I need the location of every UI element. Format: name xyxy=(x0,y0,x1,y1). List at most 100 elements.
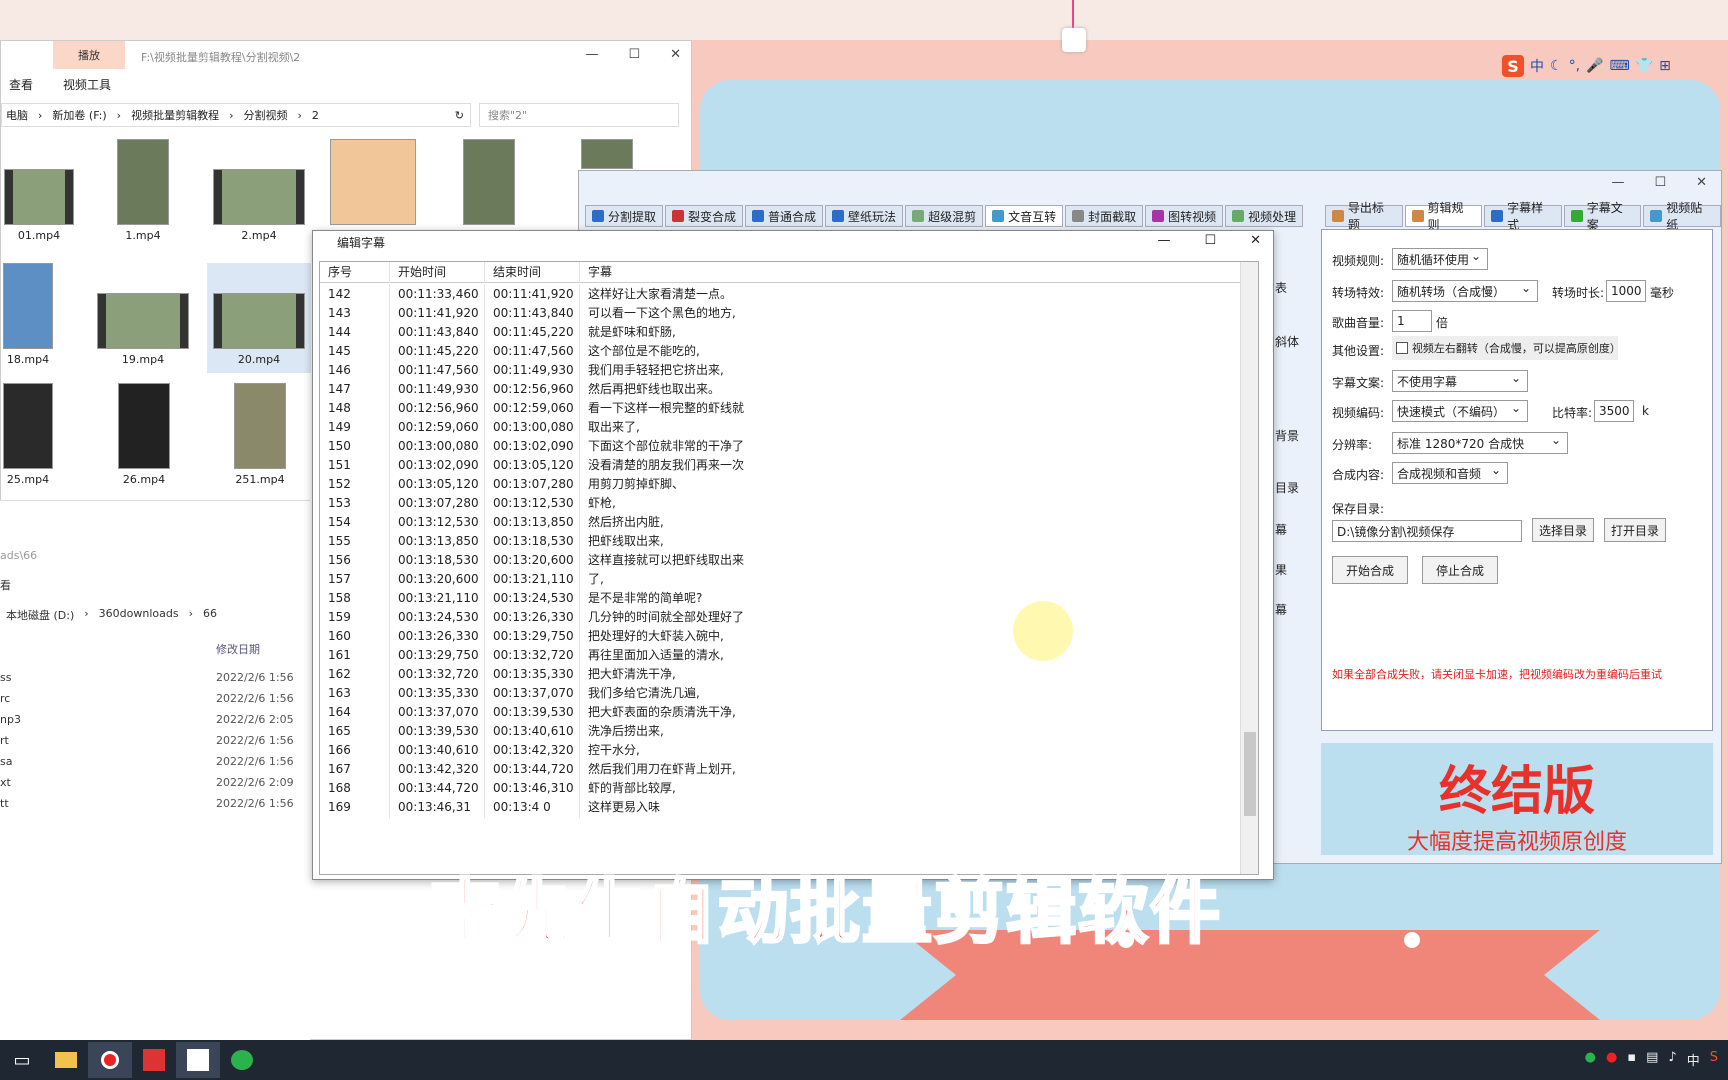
row-end-time[interactable]: 00:11:49,930 xyxy=(485,360,580,381)
ribbon-tab-video-tools[interactable]: 视频工具 xyxy=(63,76,111,93)
table-row[interactable]: 160 00:13:26,330 00:13:29,750 把处理好的大虾装入碗中, xyxy=(320,626,1240,647)
wechat-taskbar-icon[interactable] xyxy=(220,1042,264,1078)
tab-super-mix[interactable]: 超级混剪 xyxy=(905,205,984,227)
tab-fission[interactable]: 裂变合成 xyxy=(665,205,744,227)
row-start-time[interactable]: 00:11:43,840 xyxy=(390,322,485,343)
ribbon-tab-view[interactable]: 看 xyxy=(0,577,11,593)
row-start-time[interactable]: 00:13:26,330 xyxy=(390,626,485,647)
subtitle-text-select[interactable]: 不使用字幕 xyxy=(1392,370,1528,392)
stop-merge-button[interactable]: 停止合成 xyxy=(1422,556,1498,584)
tab-cover[interactable]: 封面截取 xyxy=(1065,205,1144,227)
refresh-icon[interactable]: ↻ xyxy=(455,109,470,122)
row-subtitle[interactable]: 虾的背部比较厚, xyxy=(580,778,1240,799)
table-row[interactable]: 143 00:11:41,920 00:11:43,840 可以看一下这个黑色的地方, xyxy=(320,303,1240,324)
maximize-icon[interactable]: ☐ xyxy=(628,47,640,62)
row-index[interactable]: 155 xyxy=(320,531,390,552)
row-end-time[interactable]: 00:13:02,090 xyxy=(485,436,580,457)
row-subtitle[interactable]: 把大虾表面的杂质清洗干净, xyxy=(580,702,1240,723)
row-subtitle[interactable]: 然后挤出内脏, xyxy=(580,512,1240,533)
row-index[interactable]: 151 xyxy=(320,455,390,476)
breadcrumb-item[interactable]: 66 xyxy=(203,607,217,623)
row-subtitle[interactable]: 把虾线取出来, xyxy=(580,531,1240,552)
ribbon-tab-play[interactable]: 播放 xyxy=(53,41,125,69)
row-index[interactable]: 168 xyxy=(320,778,390,799)
row-index[interactable]: 161 xyxy=(320,645,390,666)
file-thumbnail[interactable]: 18.mp4 xyxy=(1,263,55,366)
breadcrumb-item[interactable]: 新加卷 (F:) xyxy=(52,107,106,123)
ribbon-tab-view[interactable]: 查看 xyxy=(9,76,33,93)
recorder-taskbar-icon[interactable] xyxy=(88,1042,132,1078)
file-thumbnail[interactable]: 26.mp4 xyxy=(111,383,177,486)
row-start-time[interactable]: 00:13:40,610 xyxy=(390,740,485,761)
breadcrumb-item[interactable]: 电脑 xyxy=(6,107,28,123)
table-row[interactable]: 161 00:13:29,750 00:13:32,720 再往里面加入适量的清水, xyxy=(320,645,1240,666)
table-row[interactable]: 156 00:13:18,530 00:13:20,600 这样直接就可以把虾线取出来 xyxy=(320,550,1240,571)
file-thumbnail[interactable]: 1.mp4 xyxy=(101,139,185,242)
row-start-time[interactable]: 00:13:05,120 xyxy=(390,474,485,495)
breadcrumb-item[interactable]: 360downloads xyxy=(99,607,179,623)
row-start-time[interactable]: 00:11:33,460 xyxy=(390,284,485,305)
flip-checkbox[interactable] xyxy=(1396,342,1408,354)
table-row[interactable]: 169 00:13:46,31 00:13:4 0 这样更易入味 xyxy=(320,797,1240,818)
row-start-time[interactable]: 00:13:21,110 xyxy=(390,588,485,609)
row-subtitle[interactable]: 把处理好的大虾装入碗中, xyxy=(580,626,1240,647)
row-start-time[interactable]: 00:12:56,960 xyxy=(390,398,485,419)
row-subtitle[interactable]: 了, xyxy=(580,569,1240,590)
tab-subtitle-text[interactable]: 字幕文案 xyxy=(1563,201,1642,232)
table-row[interactable]: 166 00:13:40,610 00:13:42,320 控干水分, xyxy=(320,740,1240,761)
row-index[interactable]: 166 xyxy=(320,740,390,761)
ime-item[interactable]: ⊞ xyxy=(1659,58,1671,74)
file-thumbnail[interactable] xyxy=(327,139,419,225)
scrollbar[interactable] xyxy=(1240,262,1258,874)
row-index[interactable]: 160 xyxy=(320,626,390,647)
row-index[interactable]: 144 xyxy=(320,322,390,343)
row-end-time[interactable]: 00:13:13,850 xyxy=(485,512,580,533)
row-subtitle[interactable]: 我们用手轻轻把它挤出来, xyxy=(580,360,1240,381)
wps-taskbar-icon[interactable] xyxy=(132,1042,176,1078)
transition-select[interactable]: 随机转场（合成慢） xyxy=(1392,280,1538,302)
table-row[interactable]: 144 00:11:43,840 00:11:45,220 就是虾味和虾肠, xyxy=(320,322,1240,343)
volume-icon[interactable]: ♪ xyxy=(1668,1050,1676,1069)
sogou-tray-icon[interactable]: S xyxy=(1710,1050,1718,1069)
row-start-time[interactable]: 00:13:32,720 xyxy=(390,664,485,685)
content-select[interactable]: 合成视频和音频 xyxy=(1392,462,1508,484)
table-row[interactable]: 146 00:11:47,560 00:11:49,930 我们用手轻轻把它挤出来, xyxy=(320,360,1240,381)
open-dir-button[interactable]: 打开目录 xyxy=(1604,518,1666,542)
row-start-time[interactable]: 00:13:44,720 xyxy=(390,778,485,799)
row-start-time[interactable]: 00:13:02,090 xyxy=(390,455,485,476)
flip-checkbox-row[interactable]: 视频左右翻转（合成慢，可以提高原创度） xyxy=(1392,336,1621,360)
row-subtitle[interactable]: 虾枪, xyxy=(580,493,1240,514)
row-end-time[interactable]: 00:13:29,750 xyxy=(485,626,580,647)
table-row[interactable]: 142 00:11:33,460 00:11:41,920 这样好让大家看清楚一点。 xyxy=(320,284,1240,305)
table-row[interactable]: 149 00:12:59,060 00:13:00,080 取出来了, xyxy=(320,417,1240,438)
row-end-time[interactable]: 00:13:00,080 xyxy=(485,417,580,438)
table-row[interactable]: 145 00:11:45,220 00:11:47,560 这个部位是不能吃的, xyxy=(320,341,1240,362)
row-index[interactable]: 169 xyxy=(320,797,390,818)
row-index[interactable]: 162 xyxy=(320,664,390,685)
row-subtitle[interactable]: 洗净后捞出来, xyxy=(580,721,1240,742)
save-dir-input[interactable]: D:\镜像分割\视频保存 xyxy=(1332,520,1522,542)
row-subtitle[interactable]: 看一下这样一根完整的虾线就 xyxy=(580,398,1240,419)
row-end-time[interactable]: 00:13:32,720 xyxy=(485,645,580,666)
table-row[interactable]: 147 00:11:49,930 00:12:56,960 然后再把虾线也取出来。 xyxy=(320,379,1240,400)
close-icon[interactable]: ✕ xyxy=(1250,233,1261,248)
scrollbar-thumb[interactable] xyxy=(1244,732,1256,816)
row-subtitle[interactable]: 然后再把虾线也取出来。 xyxy=(580,379,1240,400)
row-end-time[interactable]: 00:13:4 0 xyxy=(485,797,580,818)
column-header[interactable]: 结束时间 xyxy=(485,262,580,283)
bitrate-input[interactable]: 3500 xyxy=(1594,400,1634,422)
list-item[interactable]: sa xyxy=(0,755,12,768)
table-row[interactable]: 168 00:13:44,720 00:13:46,310 虾的背部比较厚, xyxy=(320,778,1240,799)
minimize-icon[interactable]: — xyxy=(1157,233,1170,248)
table-row[interactable]: 163 00:13:35,330 00:13:37,070 我们多给它清洗几遍, xyxy=(320,683,1240,704)
row-end-time[interactable]: 00:11:47,560 xyxy=(485,341,580,362)
row-start-time[interactable]: 00:11:41,920 xyxy=(390,303,485,324)
wechat-tray-icon[interactable]: ● xyxy=(1585,1050,1596,1069)
row-start-time[interactable]: 00:13:24,530 xyxy=(390,607,485,628)
table-row[interactable]: 154 00:13:12,530 00:13:13,850 然后挤出内脏, xyxy=(320,512,1240,533)
row-subtitle[interactable]: 几分钟的时间就全部处理好了 xyxy=(580,607,1240,628)
file-thumbnail[interactable] xyxy=(459,139,519,225)
file-thumbnail[interactable] xyxy=(579,139,635,169)
choose-dir-button[interactable]: 选择目录 xyxy=(1532,518,1594,542)
ime-tray-label[interactable]: 中 xyxy=(1687,1050,1700,1069)
